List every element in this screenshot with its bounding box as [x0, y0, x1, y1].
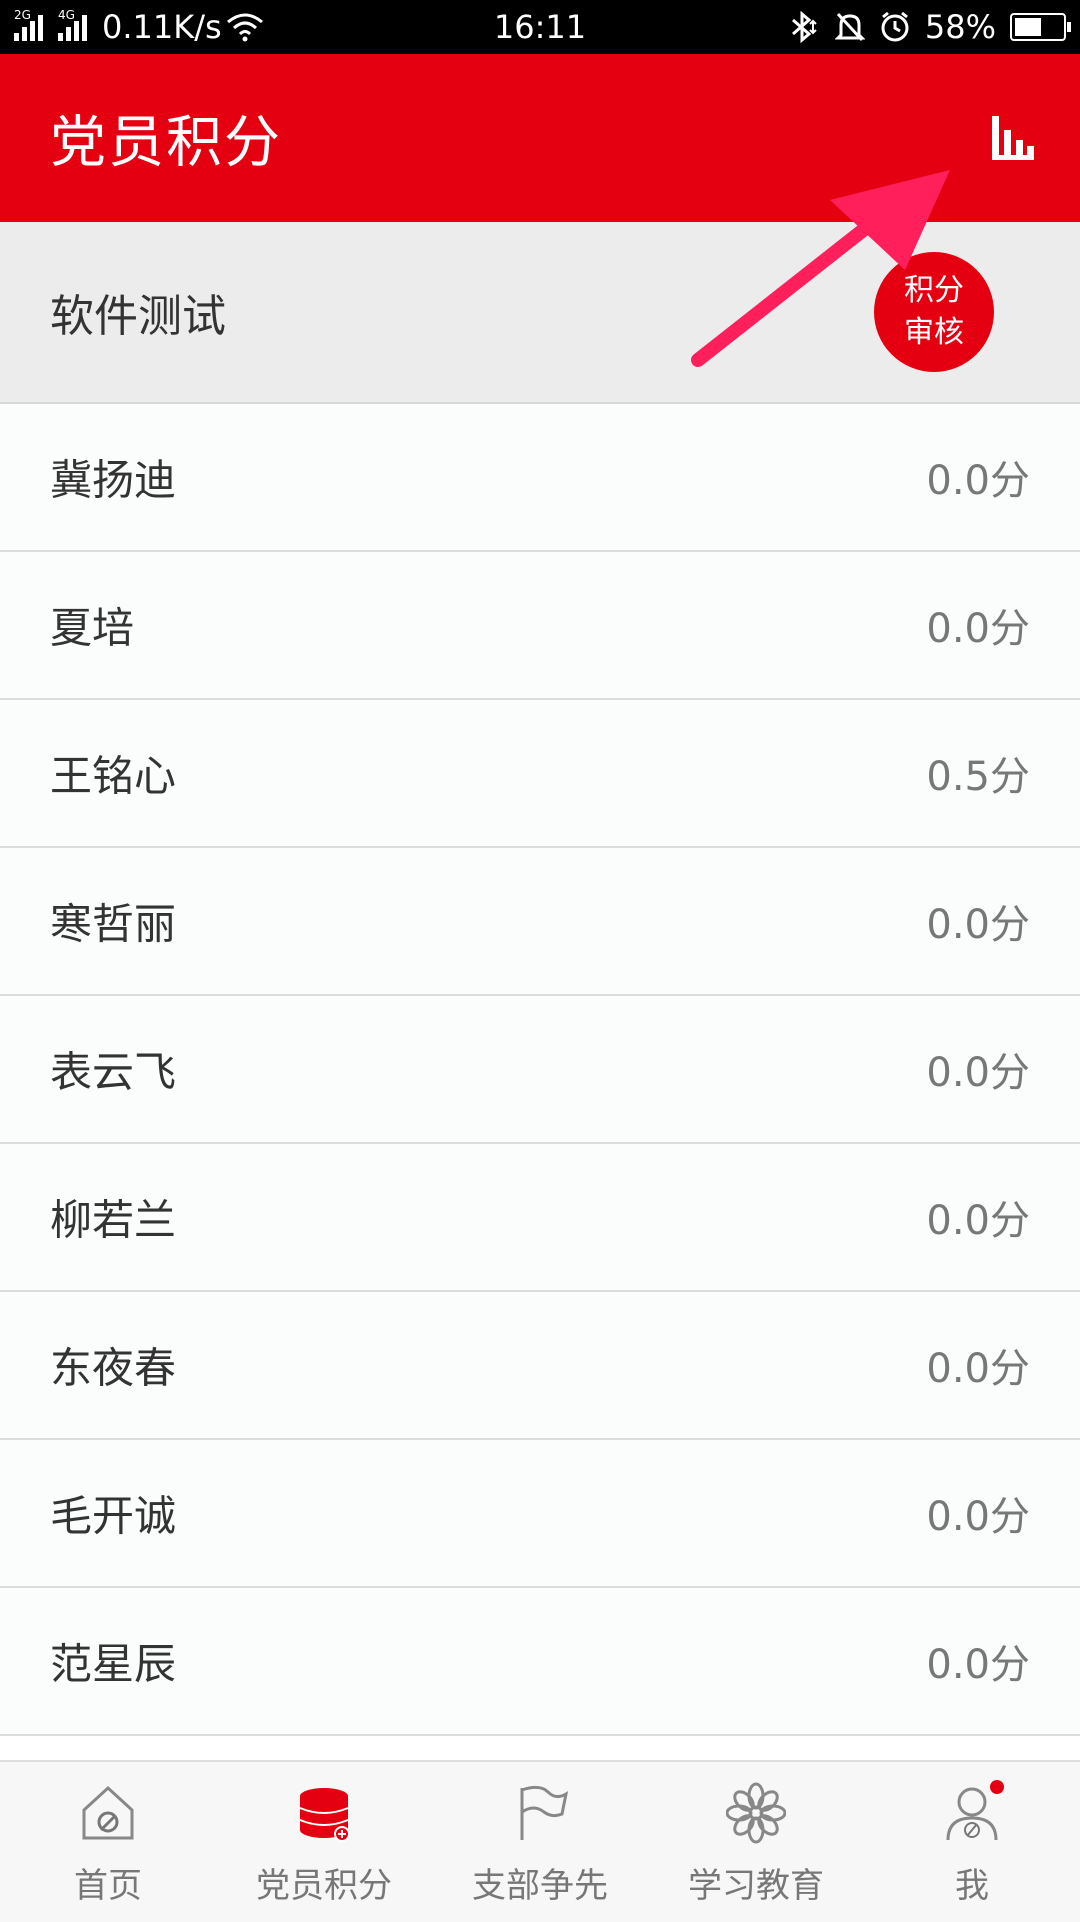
member-row[interactable]: 毛开诚 0.0分 [0, 1440, 1080, 1588]
member-row[interactable]: 柳若兰 0.0分 [0, 1144, 1080, 1292]
member-name: 寒哲丽 [50, 899, 177, 949]
tab-label: 学习教育 [688, 1866, 824, 1906]
annotation-arrow-icon [691, 170, 950, 367]
coins-icon [299, 1788, 350, 1842]
member-row[interactable]: 王铭心 0.5分 [0, 700, 1080, 848]
tab-label: 党员积分 [256, 1866, 392, 1906]
member-row[interactable]: 表云飞 0.0分 [0, 996, 1080, 1144]
member-row[interactable]: 寒哲丽 0.0分 [0, 848, 1080, 996]
tab-me[interactable]: 我 [864, 1762, 1080, 1922]
member-name: 王铭心 [50, 751, 177, 801]
member-name: 毛开诚 [50, 1491, 177, 1541]
member-score: 0.0分 [926, 1198, 1030, 1244]
battery-percent: 58% [924, 8, 996, 46]
tab-label: 我 [955, 1866, 989, 1906]
member-score: 0.0分 [926, 1494, 1030, 1540]
home-icon [82, 1785, 134, 1840]
member-score: 0.5分 [926, 754, 1030, 800]
tab-home[interactable]: 首页 [0, 1762, 216, 1922]
notification-dot [990, 1780, 1004, 1794]
member-row[interactable]: 夏培 0.0分 [0, 552, 1080, 700]
tab-branch-compete[interactable]: 支部争先 [432, 1762, 648, 1922]
flower-icon [726, 1782, 786, 1844]
battery-icon [1010, 13, 1071, 41]
flag-icon [520, 1785, 569, 1840]
member-score: 0.0分 [926, 1642, 1030, 1688]
tab-label: 首页 [74, 1866, 142, 1906]
member-score: 0.0分 [926, 1346, 1030, 1392]
bottom-tab-bar: 首页 党员积分 支部争先 学习教育 我 [0, 1760, 1080, 1922]
member-name: 柳若兰 [50, 1195, 177, 1245]
member-name: 夏培 [50, 603, 135, 653]
tab-label: 支部争先 [472, 1866, 608, 1906]
tab-party-points[interactable]: 党员积分 [216, 1762, 432, 1922]
group-name: 软件测试 [50, 291, 226, 342]
member-name: 范星辰 [50, 1639, 177, 1689]
member-score: 0.0分 [926, 1050, 1030, 1096]
member-score: 0.0分 [926, 606, 1030, 652]
member-row[interactable]: 范星辰 0.0分 [0, 1588, 1080, 1736]
alarm-icon [881, 11, 909, 42]
status-bar: 2G 4G 0.11K/s 16:11 58% [0, 0, 1080, 54]
member-name: 表云飞 [50, 1047, 177, 1097]
member-score: 0.0分 [926, 458, 1030, 504]
member-list: 冀扬迪 0.0分 夏培 0.0分 王铭心 0.5分 寒哲丽 0.0分 表云飞 0.0分 柳若兰 0.0… [0, 404, 1080, 1736]
member-name: 冀扬迪 [50, 455, 177, 505]
member-score: 0.0分 [926, 902, 1030, 948]
member-name: 东夜春 [50, 1343, 177, 1393]
bluetooth-icon [791, 11, 817, 43]
tab-study[interactable]: 学习教育 [648, 1762, 864, 1922]
member-row[interactable]: 冀扬迪 0.0分 [0, 404, 1080, 552]
bar-chart-icon[interactable] [990, 116, 1036, 162]
page-title: 党员积分 [50, 110, 282, 176]
bell-muted-icon [834, 12, 865, 42]
member-row[interactable]: 东夜春 0.0分 [0, 1292, 1080, 1440]
